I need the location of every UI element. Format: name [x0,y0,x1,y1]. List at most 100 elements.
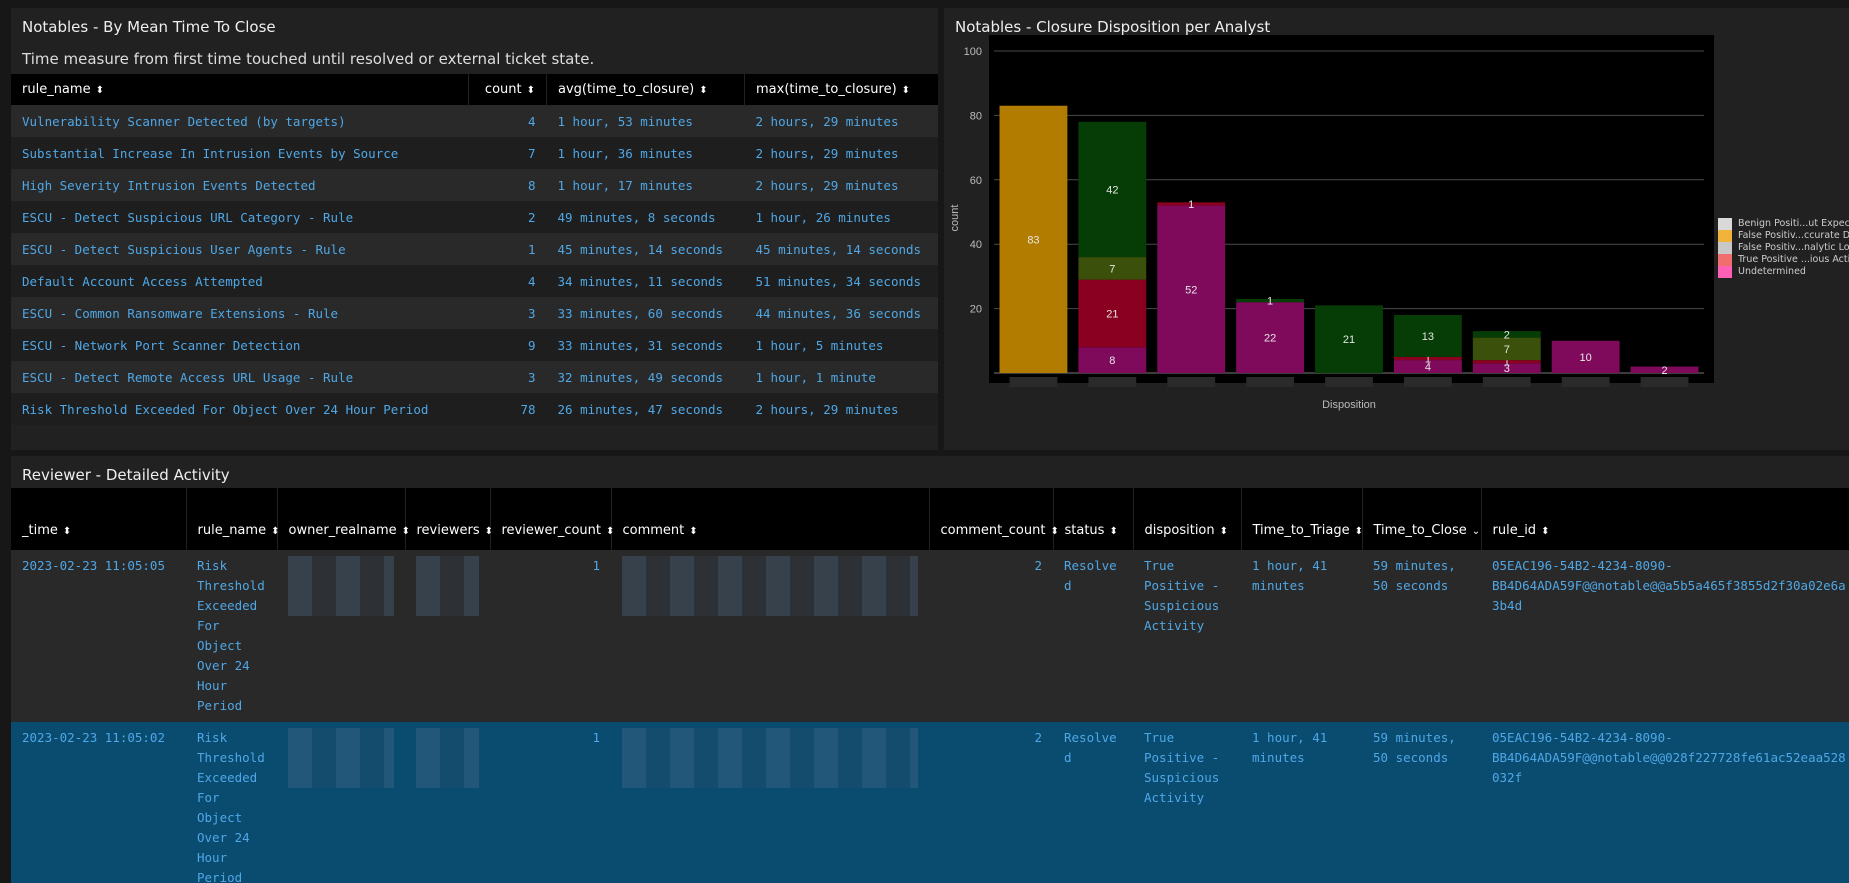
table-row[interactable]: 2023-02-23 11:05:02 Risk Threshold Exceed… [11,722,1849,883]
count-cell[interactable]: 4 [468,265,547,297]
reviewers-cell[interactable] [405,722,490,883]
triage-cell[interactable]: 1 hour, 41 minutes [1241,722,1362,883]
table-row[interactable]: Risk Threshold Exceeded For Object Over … [11,393,938,425]
comment-count-cell[interactable]: 2 [929,722,1053,883]
rule-name-cell[interactable]: Vulnerability Scanner Detected (by targe… [11,105,469,137]
count-cell[interactable]: 8 [468,169,547,201]
count-cell[interactable]: 7 [468,137,547,169]
rule-name-cell[interactable]: Substantial Increase In Intrusion Events… [11,137,469,169]
rule-name-cell[interactable]: ESCU - Detect Remote Access URL Usage - … [11,361,469,393]
table-row[interactable]: ESCU - Detect Suspicious URL Category - … [11,201,938,233]
legend-item[interactable]: Benign Positi...ut Expected [1718,218,1849,230]
avg-cell[interactable]: 33 minutes, 31 seconds [546,329,745,361]
avg-cell[interactable]: 1 hour, 53 minutes [546,105,745,137]
avg-cell[interactable]: 45 minutes, 14 seconds [546,233,745,265]
close-cell[interactable]: 59 minutes, 50 seconds [1362,550,1481,722]
column-header-status[interactable]: status ⬍ [1052,488,1133,550]
rule-name-cell[interactable]: Risk Threshold Exceeded For Object Over … [186,722,277,883]
column-header--time[interactable]: _time ⬍ [11,488,186,550]
reviewers-cell[interactable] [405,550,490,722]
reviewer-count-cell[interactable]: 1 [490,722,611,883]
rule-name-cell[interactable]: Risk Threshold Exceeded For Object Over … [186,550,277,722]
table-row[interactable]: ESCU - Detect Suspicious User Agents - R… [11,233,938,265]
table-row[interactable]: ESCU - Common Ransomware Extensions - Ru… [11,297,938,329]
comment-count-cell[interactable]: 2 [929,550,1053,722]
column-header-reviewers[interactable]: reviewers ⬍ [404,488,493,550]
avg-cell[interactable]: 1 hour, 17 minutes [546,169,745,201]
max-cell[interactable]: 2 hours, 29 minutes [744,169,938,201]
rule-name-cell[interactable]: ESCU - Detect Suspicious URL Category - … [11,201,469,233]
column-header-avg[interactable]: avg(time_to_closure) ⬍ [546,74,745,105]
disposition-cell[interactable]: True Positive - Suspicious Activity [1133,722,1241,883]
count-cell[interactable]: 78 [468,393,547,425]
comment-cell[interactable] [611,550,929,722]
legend-item[interactable]: True Positive ...ious Activity [1718,254,1849,266]
table-row[interactable]: Vulnerability Scanner Detected (by targe… [11,105,938,137]
max-cell[interactable]: 45 minutes, 14 seconds [744,233,938,265]
column-header-time-to-triage[interactable]: Time_to_Triage ⬍ [1240,488,1363,550]
count-cell[interactable]: 1 [468,233,547,265]
comment-cell[interactable] [611,722,929,883]
column-header-owner-realname[interactable]: owner_realname ⬍ [276,488,410,550]
rule-name-cell[interactable]: ESCU - Common Ransomware Extensions - Ru… [11,297,469,329]
max-cell[interactable]: 2 hours, 29 minutes [744,105,938,137]
reviewer-count-cell[interactable]: 1 [490,550,611,722]
rule-name-cell[interactable]: Default Account Access Attempted [11,265,469,297]
legend-item[interactable]: False Positiv...nalytic Logic [1718,242,1849,254]
table-row[interactable]: ESCU - Detect Remote Access URL Usage - … [11,361,938,393]
column-header-rule-id[interactable]: rule_id ⬍ [1480,488,1849,550]
avg-cell[interactable]: 32 minutes, 49 seconds [546,361,745,393]
avg-cell[interactable]: 26 minutes, 47 seconds [546,393,745,425]
table-row[interactable]: Default Account Access Attempted 4 34 minu… [11,265,938,297]
redacted-block [622,556,918,616]
max-cell[interactable]: 1 hour, 5 minutes [744,329,938,361]
column-header-rule-name[interactable]: rule_name ⬍ [185,488,279,550]
status-cell[interactable]: Resolved [1053,550,1133,722]
table-row[interactable]: Substantial Increase In Intrusion Events… [11,137,938,169]
time-cell[interactable]: 2023-02-23 11:05:02 [11,722,186,883]
close-cell[interactable]: 59 minutes, 50 seconds [1362,722,1481,883]
count-cell[interactable]: 4 [468,105,547,137]
column-header-disposition[interactable]: disposition ⬍ [1132,488,1241,550]
time-cell[interactable]: 2023-02-23 11:05:05 [11,550,186,722]
rule-name-cell[interactable]: Risk Threshold Exceeded For Object Over … [11,393,469,425]
disposition-cell[interactable]: True Positive - Suspicious Activity [1133,550,1241,722]
avg-cell[interactable]: 34 minutes, 11 seconds [546,265,745,297]
column-header-time-to-close[interactable]: Time_to_Close ⌄ [1361,488,1481,550]
max-cell[interactable]: 1 hour, 26 minutes [744,201,938,233]
count-cell[interactable]: 3 [468,297,547,329]
data-label: 10 [1580,352,1592,364]
column-header-rule-name[interactable]: rule_name ⬍ [11,74,469,105]
max-cell[interactable]: 44 minutes, 36 seconds [744,297,938,329]
max-cell[interactable]: 2 hours, 29 minutes [744,137,938,169]
owner-cell[interactable] [277,722,405,883]
count-cell[interactable]: 3 [468,361,547,393]
max-cell[interactable]: 2 hours, 29 minutes [744,393,938,425]
count-cell[interactable]: 2 [468,201,547,233]
column-header-max[interactable]: max(time_to_closure) ⬍ [744,74,938,105]
rule-id-cell[interactable]: 05EAC196-54B2-4234-8090-BB4D64ADA59F@@no… [1481,722,1849,883]
triage-cell[interactable]: 1 hour, 41 minutes [1241,550,1362,722]
column-header-reviewer-count[interactable]: reviewer_count ⬍ [489,488,614,550]
column-header-comment[interactable]: comment ⬍ [610,488,929,550]
rule-name-cell[interactable]: High Severity Intrusion Events Detected [11,169,469,201]
avg-cell[interactable]: 49 minutes, 8 seconds [546,201,745,233]
status-cell[interactable]: Resolved [1053,722,1133,883]
rule-id-cell[interactable]: 05EAC196-54B2-4234-8090-BB4D64ADA59F@@no… [1481,550,1849,722]
rule-name-cell[interactable]: ESCU - Network Port Scanner Detection [11,329,469,361]
legend-item[interactable]: False Positiv...ccurate Data [1718,230,1849,242]
legend-item[interactable]: Undetermined [1718,266,1849,278]
max-cell[interactable]: 51 minutes, 34 seconds [744,265,938,297]
sort-icon: ⬍ [689,526,698,537]
table-row[interactable]: ESCU - Network Port Scanner Detection 9 33… [11,329,938,361]
rule-name-cell[interactable]: ESCU - Detect Suspicious User Agents - R… [11,233,469,265]
count-cell[interactable]: 9 [468,329,547,361]
table-row[interactable]: High Severity Intrusion Events Detected 8… [11,169,938,201]
column-header-comment-count[interactable]: comment_count ⬍ [928,488,1059,550]
column-header-count[interactable]: count ⬍ [468,74,547,105]
max-cell[interactable]: 1 hour, 1 minute [744,361,938,393]
avg-cell[interactable]: 1 hour, 36 minutes [546,137,745,169]
table-row[interactable]: 2023-02-23 11:05:05 Risk Threshold Exceed… [11,550,1849,722]
avg-cell[interactable]: 33 minutes, 60 seconds [546,297,745,329]
owner-cell[interactable] [277,550,405,722]
